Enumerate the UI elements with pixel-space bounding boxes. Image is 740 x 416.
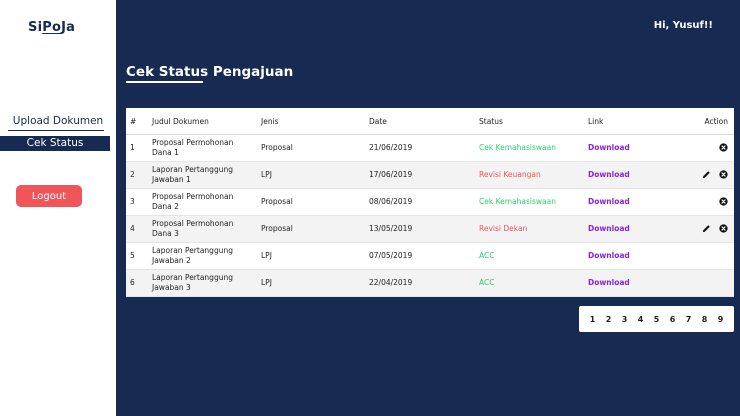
document-title: Proposal Permohonan Dana 3 <box>148 215 257 243</box>
column-header: Action <box>676 108 734 135</box>
status-table-grid: # Judul Dokumen Jenis Date Status Link A… <box>126 108 734 297</box>
download-link[interactable]: Download <box>588 197 630 206</box>
sidebar-item-upload[interactable]: Upload Dokumen <box>0 115 116 127</box>
row-number: 1 <box>126 134 148 162</box>
document-type: Proposal <box>257 134 365 162</box>
document-type: Proposal <box>257 188 365 216</box>
page-number[interactable]: 5 <box>649 315 665 324</box>
document-date: 13/05/2019 <box>365 215 475 243</box>
status-badge: Revisi Keuangan <box>475 161 584 189</box>
app-logo[interactable]: SiPoJa <box>28 20 75 35</box>
row-number: 5 <box>126 242 148 270</box>
download-link[interactable]: Download <box>588 278 630 287</box>
page-number[interactable]: 2 <box>601 315 617 324</box>
document-title: Laporan Pertanggung Jawaban 2 <box>148 242 257 270</box>
status-badge: Revisi Dekan <box>475 215 584 243</box>
document-type: Proposal <box>257 215 365 243</box>
logo-suffix: Ja <box>61 20 76 35</box>
close-circle-icon[interactable] <box>719 170 728 180</box>
document-date: 08/06/2019 <box>365 188 475 216</box>
logout-button[interactable]: Logout <box>16 185 82 207</box>
status-badge: Cek Kemahasiswaan <box>475 134 584 162</box>
pagination: 123456789 <box>579 306 734 332</box>
close-circle-icon[interactable] <box>719 197 728 207</box>
column-header: Judul Dokumen <box>148 108 257 135</box>
table-header-row: # Judul Dokumen Jenis Date Status Link A… <box>126 108 734 135</box>
document-title: Proposal Permohonan Dana 2 <box>148 188 257 216</box>
close-circle-icon[interactable] <box>719 143 728 153</box>
document-type: LPJ <box>257 161 365 189</box>
document-date: 21/06/2019 <box>365 134 475 162</box>
table-row: 5 Laporan Pertanggung Jawaban 2 LPJ 07/05/2… <box>126 242 734 270</box>
row-actions <box>676 188 734 216</box>
document-title: Laporan Pertanggung Jawaban 3 <box>148 269 257 297</box>
column-header: Jenis <box>257 108 365 135</box>
status-table: # Judul Dokumen Jenis Date Status Link A… <box>126 108 734 297</box>
document-type: LPJ <box>257 269 365 297</box>
status-badge: Cek Kemahasiswaan <box>475 188 584 216</box>
sidebar-item-status[interactable]: Cek Status <box>0 136 110 151</box>
pencil-icon[interactable] <box>702 170 711 179</box>
page-number[interactable]: 4 <box>633 315 649 324</box>
row-number: 2 <box>126 161 148 189</box>
download-link[interactable]: Download <box>588 143 630 152</box>
column-header: Status <box>475 108 584 135</box>
page-number[interactable]: 1 <box>585 315 601 324</box>
nav-divider <box>8 130 104 131</box>
row-number: 4 <box>126 215 148 243</box>
row-actions <box>676 242 734 270</box>
row-number: 6 <box>126 269 148 297</box>
row-number: 3 <box>126 188 148 216</box>
page-number[interactable]: 8 <box>697 315 713 324</box>
close-circle-icon[interactable] <box>719 224 728 234</box>
table-row: 3 Proposal Permohonan Dana 2 Proposal 08/06… <box>126 188 734 216</box>
column-header: Link <box>584 108 676 135</box>
row-actions <box>676 161 734 189</box>
document-title: Laporan Pertanggung Jawaban 1 <box>148 161 257 189</box>
table-row: 6 Laporan Pertanggung Jawaban 3 LPJ 22/04/2… <box>126 269 734 297</box>
document-type: LPJ <box>257 242 365 270</box>
page-number[interactable]: 7 <box>681 315 697 324</box>
logo-prefix: Si <box>28 20 43 35</box>
table-row: 2 Laporan Pertanggung Jawaban 1 LPJ 17/06/2… <box>126 161 734 189</box>
download-link[interactable]: Download <box>588 251 630 260</box>
status-badge: ACC <box>475 242 584 270</box>
page-number[interactable]: 6 <box>665 315 681 324</box>
column-header: # <box>126 108 148 135</box>
page-number[interactable]: 9 <box>713 315 729 324</box>
sidebar: SiPoJa Upload Dokumen Cek Status Logout <box>0 0 116 416</box>
title-underline <box>126 81 203 83</box>
table-body: 1 Proposal Permohonan Dana 1 Proposal 21/06… <box>126 134 734 297</box>
download-link[interactable]: Download <box>588 170 630 179</box>
row-actions <box>676 134 734 162</box>
row-actions <box>676 215 734 243</box>
page-title: Cek Status Pengajuan <box>126 64 294 80</box>
row-actions <box>676 269 734 297</box>
document-date: 22/04/2019 <box>365 269 475 297</box>
document-date: 17/06/2019 <box>365 161 475 189</box>
logo-underlined: Po <box>42 20 62 35</box>
pencil-icon[interactable] <box>702 224 711 233</box>
table-row: 1 Proposal Permohonan Dana 1 Proposal 21/06… <box>126 134 734 162</box>
page-number[interactable]: 3 <box>617 315 633 324</box>
document-title: Proposal Permohonan Dana 1 <box>148 134 257 162</box>
table-row: 4 Proposal Permohonan Dana 3 Proposal 13/05… <box>126 215 734 243</box>
download-link[interactable]: Download <box>588 224 630 233</box>
document-date: 07/05/2019 <box>365 242 475 270</box>
column-header: Date <box>365 108 475 135</box>
status-badge: ACC <box>475 269 584 297</box>
user-greeting: Hi, Yusuf!! <box>653 20 713 31</box>
